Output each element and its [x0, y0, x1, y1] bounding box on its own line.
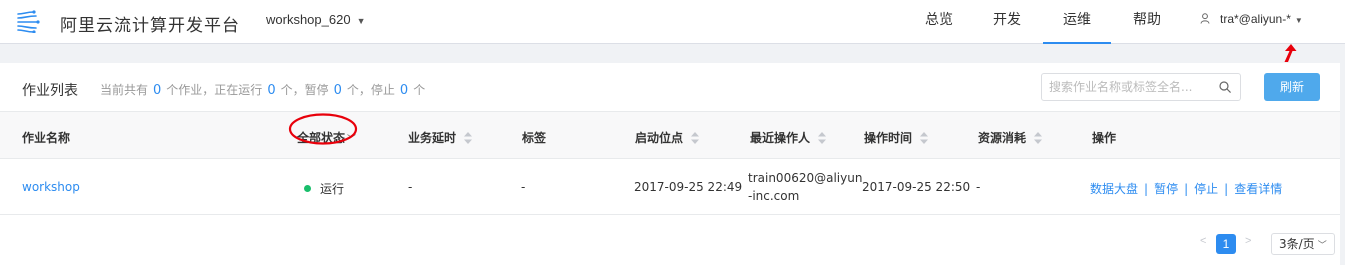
prev-page-button[interactable]: < — [1200, 235, 1206, 247]
project-selector[interactable]: workshop_620 ▼ — [266, 12, 365, 27]
table-header: 作业名称 全部状态 ﹀ 业务延时 标签 启动位点 最近操作人 操作时间 资源消耗 … — [0, 111, 1340, 159]
job-delay: - — [408, 180, 413, 194]
summary-text-running: 个作业，正在运行 — [166, 83, 263, 97]
sort-icon[interactable] — [691, 132, 700, 144]
caret-down-icon: ▼ — [1294, 16, 1303, 25]
nav-develop[interactable]: 开发 — [982, 0, 1032, 44]
table-row: workshop 运行 - - 2017-09-25 22:49 train00… — [0, 159, 1340, 215]
action-stop[interactable]: 停止 — [1194, 182, 1218, 196]
job-op-time: 2017-09-25 22:50 — [862, 180, 971, 194]
caret-down-icon: ▼ — [356, 16, 366, 26]
job-list-card: 作业列表 当前共有0个作业，正在运行0个，暂停0个，停止0个 刷新 作业名称 全… — [0, 63, 1340, 265]
total-count: 0 — [153, 83, 162, 98]
refresh-button[interactable]: 刷新 — [1264, 73, 1320, 101]
paused-count: 0 — [333, 83, 342, 98]
sort-icon[interactable] — [1034, 132, 1043, 144]
operator-line: -inc.com — [748, 189, 800, 203]
col-label: 操作时间 — [864, 131, 913, 145]
col-label: 操作 — [1092, 131, 1117, 145]
user-name: tra*@aliyun-* — [1220, 12, 1291, 26]
job-resource: - — [976, 180, 981, 194]
row-actions: 数据大盘 | 暂停 | 停止 | 查看详情 — [1090, 180, 1282, 197]
search-box — [1041, 73, 1241, 101]
search-icon[interactable] — [1219, 81, 1231, 93]
search-input[interactable] — [1042, 74, 1212, 100]
job-status: 运行 — [304, 180, 344, 197]
sort-icon[interactable] — [920, 132, 929, 144]
separator: | — [1144, 182, 1149, 196]
status-dot-icon — [304, 185, 311, 192]
app-title: 阿里云流计算开发平台 — [60, 16, 240, 36]
col-delay[interactable]: 业务延时 — [408, 129, 473, 146]
job-name[interactable]: workshop — [22, 180, 80, 194]
separator: | — [1224, 182, 1229, 196]
col-resource[interactable]: 资源消耗 — [978, 129, 1043, 146]
col-label: 启动位点 — [635, 131, 684, 145]
job-tag: - — [521, 180, 526, 194]
running-count: 0 — [267, 83, 276, 98]
col-label: 业务延时 — [408, 131, 457, 145]
pagination: < 1 > 3条/页 ﹀ — [0, 215, 1340, 265]
col-job-name: 作业名称 — [22, 129, 70, 146]
operator-line: train00620@aliyun — [748, 171, 863, 185]
summary-prefix: 当前共有 — [100, 83, 149, 97]
red-circle-annotation — [288, 113, 358, 145]
logo-icon[interactable] — [16, 9, 40, 33]
col-label: 最近操作人 — [750, 131, 811, 145]
job-name-link[interactable]: workshop — [22, 180, 80, 194]
action-pause[interactable]: 暂停 — [1154, 182, 1178, 196]
col-label: 资源消耗 — [978, 131, 1027, 145]
sort-icon[interactable] — [464, 132, 473, 144]
job-start-offset: 2017-09-25 22:49 — [634, 180, 743, 194]
sort-icon[interactable] — [818, 132, 827, 144]
job-operator: train00620@aliyun -inc.com — [748, 169, 862, 205]
project-name: workshop_620 — [266, 12, 351, 27]
red-arrow-annotation — [1284, 44, 1297, 62]
nav-operations[interactable]: 运维 — [1043, 0, 1111, 44]
col-start-offset[interactable]: 启动位点 — [635, 129, 700, 146]
job-summary: 当前共有 0 个作业，正在运行 0 个，暂停 0 个，停止 0 个 — [100, 81, 425, 98]
status-label: 运行 — [320, 182, 345, 196]
stopped-count: 0 — [399, 83, 409, 98]
page-number-current[interactable]: 1 — [1216, 234, 1236, 254]
col-operator[interactable]: 最近操作人 — [750, 129, 827, 146]
action-dashboard[interactable]: 数据大盘 — [1090, 182, 1138, 196]
nav-help[interactable]: 帮助 — [1118, 0, 1176, 44]
summary-text-stopped: 个，停止 — [346, 83, 395, 97]
card-header: 作业列表 当前共有0个作业，正在运行0个，暂停0个，停止0个 刷新 — [0, 63, 1340, 111]
col-actions: 操作 — [1092, 129, 1116, 146]
col-label: 作业名称 — [22, 131, 71, 145]
summary-text-paused: 个，暂停 — [280, 83, 329, 97]
top-bar: 阿里云流计算开发平台 workshop_620 ▼ 总览 开发 运维 帮助 tra… — [0, 0, 1345, 44]
summary-suffix: 个 — [413, 83, 426, 97]
next-page-button[interactable]: > — [1245, 235, 1251, 247]
page-size-select[interactable]: 3条/页 ﹀ — [1271, 233, 1335, 255]
nav-overview[interactable]: 总览 — [914, 0, 964, 44]
separator: | — [1184, 182, 1189, 196]
col-op-time[interactable]: 操作时间 — [864, 129, 929, 146]
page-size-value: 3条/页 — [1279, 237, 1315, 251]
card-title: 作业列表 — [22, 83, 78, 99]
user-menu[interactable]: tra*@aliyun-* ▼ — [1200, 12, 1303, 26]
col-label: 标签 — [522, 131, 547, 145]
user-icon — [1200, 13, 1210, 24]
col-tag: 标签 — [522, 129, 546, 146]
chevron-down-icon: ﹀ — [1317, 241, 1327, 251]
action-view-details[interactable]: 查看详情 — [1234, 182, 1282, 196]
